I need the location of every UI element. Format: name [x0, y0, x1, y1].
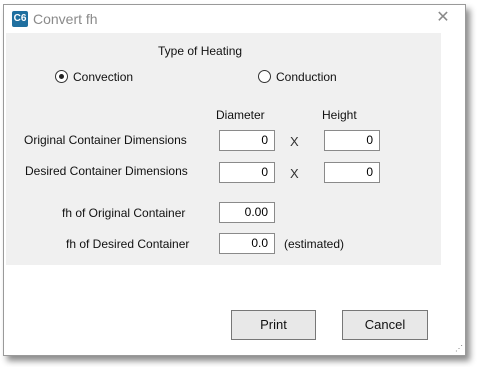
conduction-radio[interactable]: [258, 70, 271, 83]
title-bar[interactable]: C6 Convert fh ✕: [4, 5, 465, 35]
heating-type-heading: Type of Heating: [158, 44, 243, 58]
height-column-header: Height: [322, 108, 357, 122]
fh-desired-value: 0.0: [219, 233, 275, 254]
app-icon: C6: [12, 11, 28, 27]
times-separator: X: [290, 134, 299, 149]
radio-selected-dot: [59, 74, 64, 79]
fh-original-input[interactable]: 0.00: [219, 202, 275, 223]
convection-radio[interactable]: [55, 70, 68, 83]
original-diameter-input[interactable]: 0: [219, 130, 275, 151]
original-dimensions-label: Original Container Dimensions: [24, 133, 187, 147]
cancel-button[interactable]: Cancel: [342, 310, 428, 340]
desired-diameter-input[interactable]: 0: [219, 162, 275, 183]
close-icon[interactable]: ✕: [435, 9, 451, 27]
fh-original-label: fh of Original Container: [62, 206, 186, 220]
original-height-input[interactable]: 0: [324, 130, 380, 151]
diameter-column-header: Diameter: [216, 108, 265, 122]
print-button[interactable]: Print: [231, 310, 316, 340]
estimated-note: (estimated): [284, 237, 345, 251]
conduction-label[interactable]: Conduction: [276, 70, 337, 84]
resize-grip-icon[interactable]: ⋰: [455, 345, 463, 353]
fh-desired-label: fh of Desired Container: [66, 237, 190, 251]
desired-height-input[interactable]: 0: [324, 162, 380, 183]
window-title: Convert fh: [33, 11, 98, 27]
convection-label[interactable]: Convection: [73, 70, 133, 84]
convert-fh-dialog: C6 Convert fh ✕ Type of Heating Convecti…: [3, 4, 466, 356]
times-separator: X: [290, 166, 299, 181]
options-panel: Type of Heating Convection Conduction Di…: [6, 33, 441, 265]
desired-dimensions-label: Desired Container Dimensions: [25, 164, 188, 178]
